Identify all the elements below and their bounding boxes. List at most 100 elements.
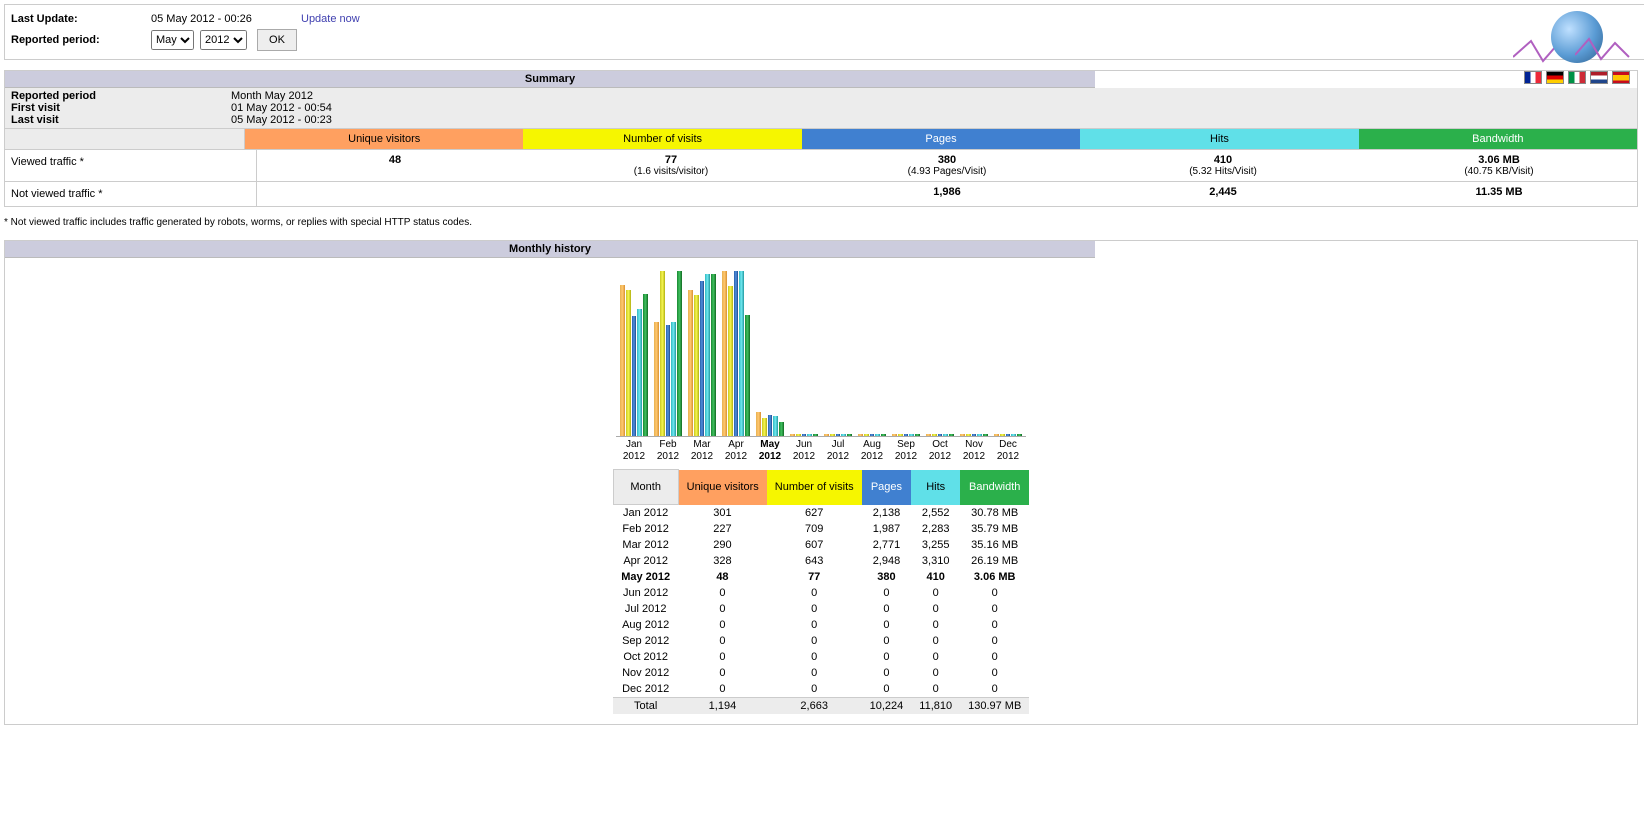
chart-bar [745,315,750,436]
chart-bar [620,285,625,436]
col-number-visits: Number of visits [523,129,801,149]
chart-bar [756,412,761,436]
summary-title: Summary [5,71,1095,88]
chart-x-label: Apr2012 [722,439,750,463]
viewed-traffic-row: Viewed traffic * 48 77(1.6 visits/visito… [5,149,1637,181]
viewed-traffic-label: Viewed traffic * [5,150,257,181]
chart-bar [915,434,920,436]
chart-bar [762,418,767,436]
col-hits: Hits [1080,129,1358,149]
chart-bar [677,271,682,436]
table-cell: Nov 2012 [613,665,678,681]
ok-button[interactable]: OK [257,29,297,51]
chart-bar [898,434,903,436]
year-select[interactable]: 2012 [200,30,247,50]
table-cell: Sep 2012 [613,633,678,649]
flag-it-icon[interactable] [1568,71,1586,84]
chart-bar [632,316,637,436]
chart-x-label: Jun2012 [790,439,818,463]
table-cell: 0 [767,665,862,681]
chart-bar [841,434,846,436]
chart-bar [768,415,773,436]
chart-month-group [756,412,784,436]
table-cell: 0 [960,601,1029,617]
chart-x-label: Mar2012 [688,439,716,463]
table-cell: 0 [911,649,960,665]
chart-bar [734,271,739,436]
table-cell: 0 [862,633,912,649]
flag-es-icon[interactable] [1612,71,1630,84]
table-cell: May 2012 [613,569,678,585]
chart-x-label: Aug2012 [858,439,886,463]
chart-x-label: Jul2012 [824,439,852,463]
table-cell: 2,663 [767,698,862,715]
table-cell: 77 [767,569,862,585]
chart-bar [1006,434,1011,436]
chart-bar [904,434,909,436]
month-select[interactable]: May [151,30,194,50]
not-viewed-traffic-label: Not viewed traffic * [5,182,257,206]
table-cell: 0 [862,649,912,665]
table-cell: 607 [767,537,862,553]
chart-bar [1000,434,1005,436]
chart-bar [960,434,965,436]
mt-col-visitors: Unique visitors [678,470,767,505]
table-cell: 0 [678,665,767,681]
table-cell: 3,310 [911,553,960,569]
last-update-value: 05 May 2012 - 00:26 [151,13,301,25]
mt-col-bw: Bandwidth [960,470,1029,505]
viewed-pages-sub: (4.93 Pages/Visit) [809,166,1085,177]
mt-col-month: Month [613,470,678,505]
header-box: Last Update: 05 May 2012 - 00:26 Update … [4,4,1644,60]
chart-bar [892,434,897,436]
table-cell: 410 [911,569,960,585]
chart-month-group [688,274,716,436]
chart-bar [938,434,943,436]
reported-period-val: Month May 2012 [231,90,313,102]
table-cell: 2,138 [862,505,912,522]
chart-bar [977,434,982,436]
chart-month-group [824,434,852,436]
first-visit-val: 01 May 2012 - 00:54 [231,102,332,114]
monthly-title: Monthly history [5,241,1095,258]
chart-x-label: Nov2012 [960,439,988,463]
table-cell: 0 [767,681,862,698]
logo-line-right-icon [1575,35,1644,65]
chart-bar [943,434,948,436]
table-cell: 0 [862,681,912,698]
chart-bar [875,434,880,436]
table-cell: 26.19 MB [960,553,1029,569]
table-cell: 0 [960,585,1029,601]
nv-visits-empty [533,182,809,206]
flag-fr-icon[interactable] [1524,71,1542,84]
chart-bar [807,434,812,436]
table-cell: 0 [767,585,862,601]
chart-bar [824,434,829,436]
logo-block [1517,11,1637,84]
flag-de-icon[interactable] [1546,71,1564,84]
viewed-hits: 410 [1085,154,1361,166]
table-row: Nov 201200000 [613,665,1029,681]
update-now-link[interactable]: Update now [301,13,360,25]
table-cell: 0 [960,681,1029,698]
chart-bar [909,434,914,436]
table-row: Oct 201200000 [613,649,1029,665]
table-cell: 0 [862,601,912,617]
table-cell: 0 [960,649,1029,665]
chart-bar [836,434,841,436]
table-cell: Total [613,698,678,715]
chart-bar [949,434,954,436]
viewed-visits: 77 [533,154,809,166]
summary-footnote: * Not viewed traffic includes traffic ge… [4,217,1640,228]
table-cell: 48 [678,569,767,585]
chart-bar [728,286,733,436]
chart-bar [654,322,659,436]
chart-month-group [892,434,920,436]
table-cell: 290 [678,537,767,553]
chart-bar [643,294,648,436]
flag-nl-icon[interactable] [1590,71,1608,84]
table-cell: Feb 2012 [613,521,678,537]
table-cell: 0 [767,601,862,617]
table-cell: 11,810 [911,698,960,715]
table-cell: 643 [767,553,862,569]
